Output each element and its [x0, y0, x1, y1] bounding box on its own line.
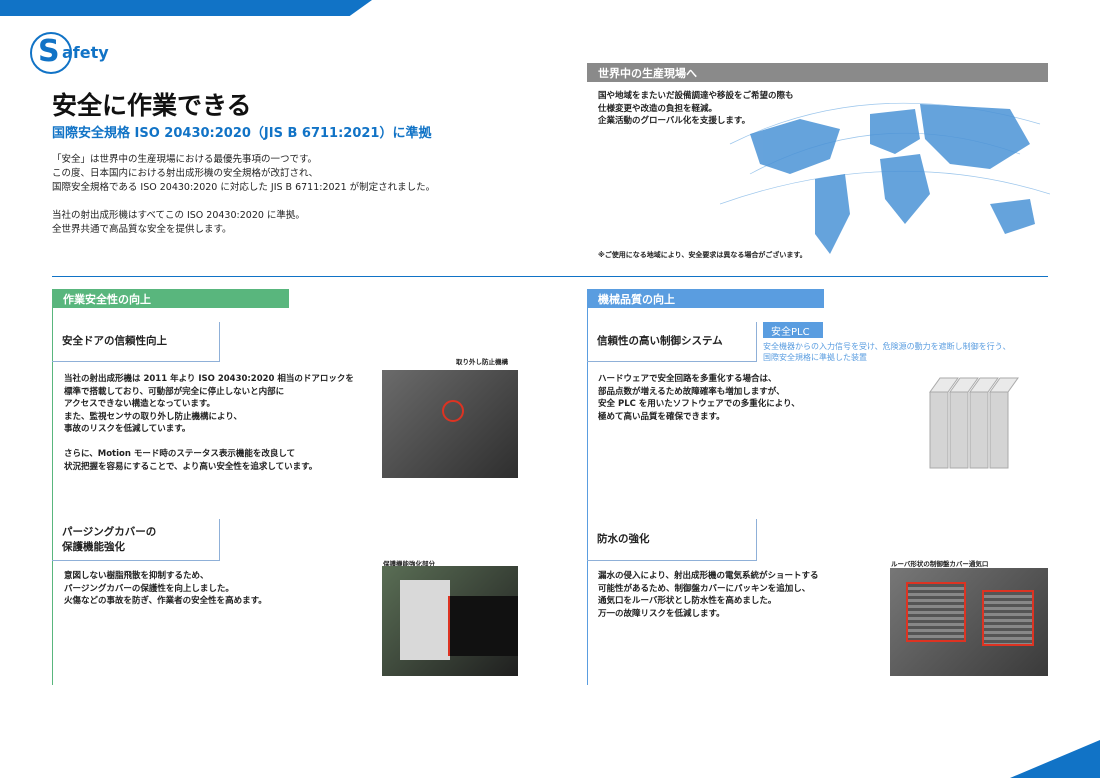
door-lock-photo: [382, 370, 518, 478]
purging-cover-title: パージングカバーの 保護機能強化: [52, 519, 220, 561]
safety-plc-image: [929, 377, 1019, 469]
control-system-title: 信頼性の高い制御システム: [587, 322, 757, 362]
page-title: 安全に作業できる: [52, 91, 252, 120]
right-section-line: [587, 308, 588, 685]
intro-paragraph-1: 「安全」は世界中の生産現場における最優先事項の一つです。 この度、日本国内におけ…: [52, 154, 436, 193]
right-section-header: 機械品質の向上: [587, 289, 824, 308]
world-section-header: 世界中の生産現場へ: [587, 63, 1048, 82]
door-reliability-title: 安全ドアの信頼性向上: [52, 322, 220, 362]
section-divider: [52, 276, 1048, 277]
world-map-image: [720, 102, 1050, 254]
safety-plc-description: 安全機器からの入力信号を受け、危険源の動力を遮断し制御を行う、 国際安全規格に準…: [763, 342, 1011, 362]
waterproof-text: 漏水の侵入により、射出成形機の電気系統がショートする 可能性があるため、制御盤カ…: [598, 571, 819, 619]
door-callout: 取り外し防止機構: [456, 358, 508, 366]
purging-cover-text: 意図しない樹脂飛散を抑制するため、 パージングカバーの保護性を向上しました。 火…: [64, 571, 267, 606]
left-section-line: [52, 308, 53, 685]
top-accent-bar: [0, 0, 372, 16]
intro-paragraph-2: 当社の射出成形機はすべてこの ISO 20430:2020 に準拠。 全世界共通…: [52, 210, 305, 235]
control-system-text: ハードウェアで安全回路を多重化する場合は、 部品点数が増えるため故障確率も増加し…: [598, 374, 800, 422]
purging-cover-photo: [382, 566, 518, 676]
left-section-header: 作業安全性の向上: [52, 289, 289, 308]
waterproof-title: 防水の強化: [587, 519, 757, 561]
safety-plc-tag: 安全PLC: [763, 322, 823, 338]
door-reliability-text: 当社の射出成形機は 2011 年より ISO 20430:2020 相当のドアロ…: [64, 374, 354, 472]
safety-logo: S afety: [30, 32, 114, 76]
corner-accent: [1010, 740, 1100, 778]
intro-text: 「安全」は世界中の生産現場における最優先事項の一つです。 この度、日本国内におけ…: [52, 153, 522, 251]
waterproof-callout: ルーバ形状の制御盤カバー通気口: [891, 560, 989, 568]
louver-vent-photo: [890, 568, 1048, 676]
page-subtitle: 国際安全規格 ISO 20430:2020（JIS B 6711:2021）に準…: [52, 126, 432, 141]
